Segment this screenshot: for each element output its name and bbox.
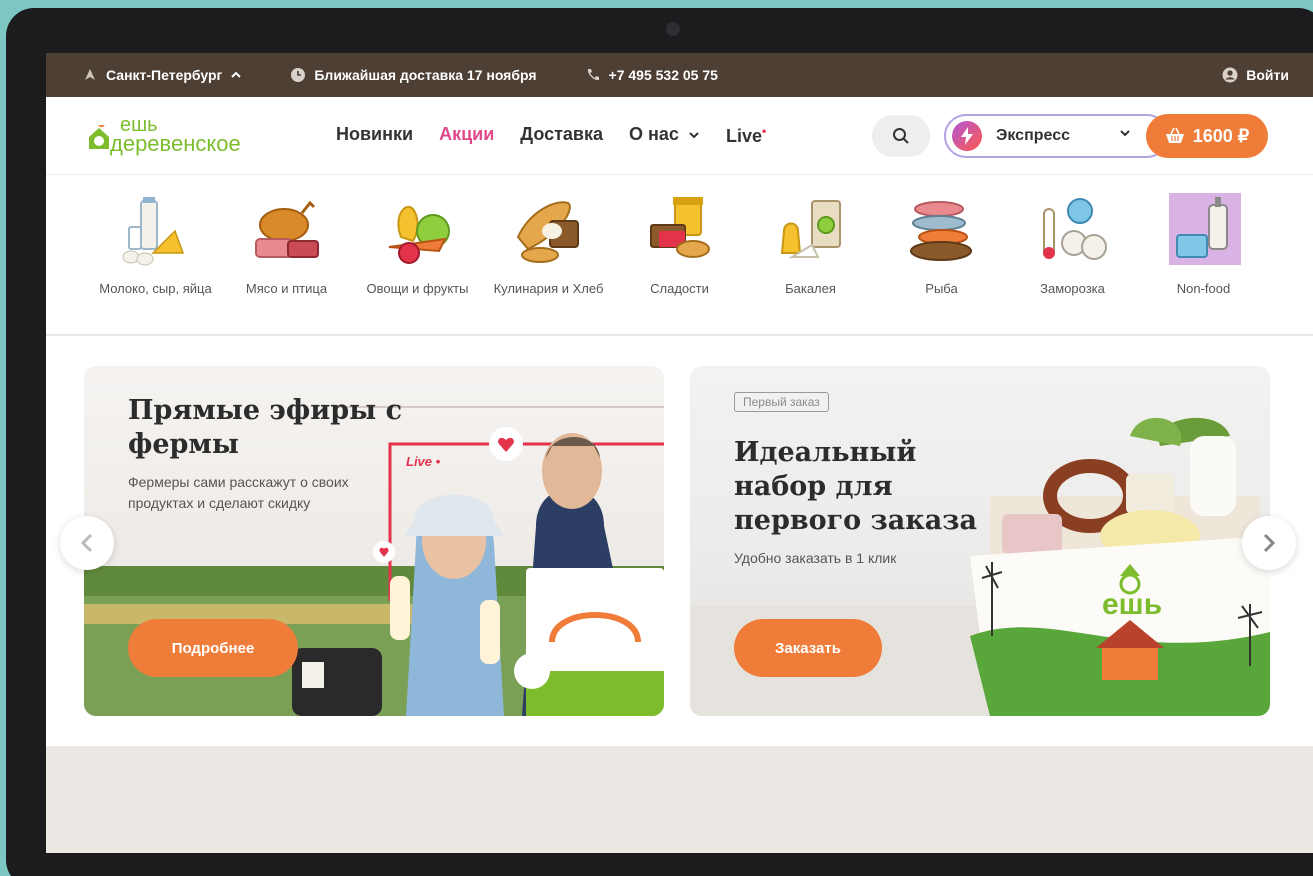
city-label: Санкт-Петербург (106, 67, 223, 83)
camera-icon (666, 22, 680, 36)
nav-item-new[interactable]: Новинки (336, 124, 413, 147)
express-selector[interactable]: Экспресс (944, 114, 1169, 158)
first-order-tag: Первый заказ (734, 392, 829, 412)
more-button[interactable]: Подробнее (128, 619, 298, 677)
category-label: Сладости (650, 281, 709, 296)
delivery-info: Ближайшая доставка 17 ноября (290, 67, 537, 83)
banner-title: Прямые эфиры с фермы (128, 395, 403, 460)
category-nonfood[interactable]: Non-food (1138, 191, 1269, 334)
meat-icon (254, 200, 319, 258)
category-strip: Молоко, сыр, яйца Мясо и птица Овощи и ф… (46, 175, 1313, 335)
category-milk[interactable]: Молоко, сыр, яйца (90, 191, 221, 334)
banner-text: Фермеры сами расскажут о своих продуктах… (128, 474, 349, 511)
top-bar: Санкт-Петербург Ближайшая доставка 17 но… (46, 53, 1313, 97)
banner-live[interactable]: Live • Прямые эфиры с фермы Фермеры сами… (84, 366, 664, 716)
live-dot-icon: • (761, 124, 767, 138)
phone-link[interactable]: +7 495 532 05 75 (585, 67, 718, 83)
logo-line2: деревенское (110, 130, 241, 156)
bolt-icon (952, 121, 982, 151)
cart-total: 1600 ₽ (1192, 125, 1250, 146)
carousel-prev-button[interactable] (60, 516, 114, 570)
category-label: Молоко, сыр, яйца (99, 281, 212, 296)
clock-icon (291, 68, 306, 82)
category-label: Кулинария и Хлеб (493, 281, 604, 296)
banner-title: Идеальный набор для первого заказа (734, 437, 977, 536)
house-logo-icon (89, 124, 109, 149)
category-vegetables[interactable]: Овощи и фрукты (352, 191, 483, 334)
basket-icon (1165, 127, 1184, 143)
phone-label: +7 495 532 05 75 (608, 67, 718, 83)
cart-button[interactable]: 1600 ₽ (1146, 114, 1268, 158)
vegetables-icon (388, 206, 450, 264)
category-sweets[interactable]: Сладости (614, 191, 745, 334)
category-label: Рыба (925, 281, 958, 296)
grocery-icon (780, 200, 841, 258)
nav-item-about[interactable]: О нас (629, 124, 700, 147)
category-label: Мясо и птица (245, 281, 328, 296)
browser-screen: Санкт-Петербург Ближайшая доставка 17 но… (46, 53, 1313, 853)
nav-live-label: Live (725, 126, 762, 146)
laptop-frame: Санкт-Петербург Ближайшая доставка 17 но… (6, 8, 1313, 876)
express-label: Экспресс (996, 127, 1070, 144)
bread-icon (516, 201, 579, 263)
chevron-right-icon (1263, 533, 1276, 553)
category-bread[interactable]: Кулинария и Хлеб (483, 191, 614, 334)
sweets-icon (649, 197, 710, 258)
search-icon (893, 128, 909, 144)
main-nav: Новинки Акции Доставка О нас Live• (336, 124, 766, 147)
login-label: Войти (1246, 67, 1289, 83)
delivery-label: Ближайшая доставка 17 ноября (314, 67, 537, 83)
search-button[interactable] (872, 115, 930, 157)
chevron-up-icon (231, 71, 242, 78)
city-icon (85, 69, 95, 80)
city-selector[interactable]: Санкт-Петербург (82, 67, 242, 83)
category-label: Заморозка (1040, 281, 1105, 296)
nav-item-delivery[interactable]: Доставка (520, 124, 603, 147)
category-label: Овощи и фрукты (366, 281, 469, 296)
nonfood-icon (1168, 193, 1241, 265)
site-logo[interactable]: ешь деревенское (84, 111, 304, 161)
order-button[interactable]: Заказать (734, 619, 882, 677)
carousel-next-button[interactable] (1242, 516, 1296, 570)
nav-item-live[interactable]: Live• (726, 124, 766, 147)
phone-icon (587, 69, 599, 81)
category-label: Бакалея (785, 281, 836, 296)
fish-icon (909, 201, 972, 261)
box-logo: ешь (1102, 588, 1163, 621)
category-label: Non-food (1176, 281, 1231, 296)
category-frozen[interactable]: Заморозка (1007, 191, 1138, 334)
main-header: ешь деревенское Новинки Акции Доставка О… (46, 97, 1313, 175)
nav-about-label: О нас (629, 124, 679, 144)
chevron-down-icon (689, 132, 699, 139)
promo-banners: Live • Прямые эфиры с фермы Фермеры сами… (46, 336, 1313, 746)
banner-first-order[interactable]: ешь Первый заказ Идеальный набор для пер… (690, 366, 1270, 716)
frozen-icon (1042, 198, 1107, 260)
nav-item-promo[interactable]: Акции (439, 124, 494, 147)
milk-cheese-icon (122, 197, 184, 266)
login-button[interactable]: Войти (1222, 67, 1289, 83)
user-icon (1222, 67, 1238, 83)
category-meat[interactable]: Мясо и птица (221, 191, 352, 334)
chevron-left-icon (80, 533, 93, 553)
category-fish[interactable]: Рыба (876, 191, 1007, 334)
chevron-down-icon (1120, 130, 1130, 137)
banner-text: Удобно заказать в 1 клик (734, 550, 897, 566)
page-footer-area (46, 746, 1313, 853)
category-grocery[interactable]: Бакалея (745, 191, 876, 334)
